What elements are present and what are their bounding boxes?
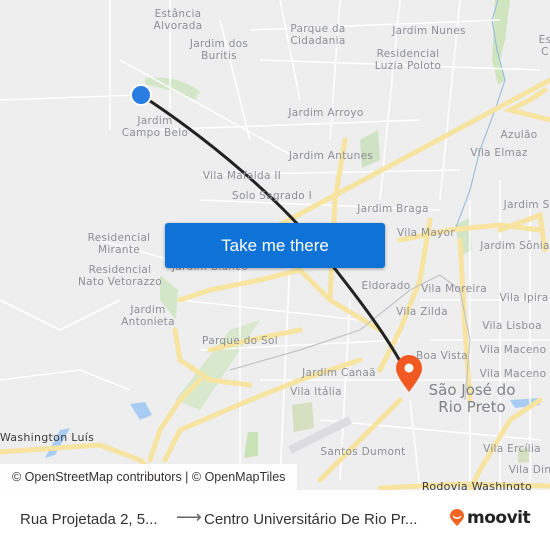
area-label: Jardim Campo Belo xyxy=(121,115,189,139)
moovit-logo[interactable]: moovit xyxy=(449,508,531,528)
area-label: Jardim dos Buritis xyxy=(189,38,249,62)
area-label: Vila Din xyxy=(508,464,550,476)
area-label: Vila Ipira xyxy=(499,292,549,304)
area-label: Vila Mayor xyxy=(396,227,456,239)
area-label: Vila Zilda xyxy=(396,306,448,318)
area-label: Jardim Antunes xyxy=(288,150,374,162)
destination-name: Centro Universitário De Rio Pr... xyxy=(204,511,418,528)
area-label: Solo Sagrado I xyxy=(231,190,313,202)
area-label: Parque da Cidadania xyxy=(290,23,346,47)
area-label: Santos Dumont xyxy=(320,446,406,458)
area-label: Azulão xyxy=(500,129,538,141)
map-attribution: © OpenStreetMap contributors | © OpenMap… xyxy=(0,464,298,490)
park-area xyxy=(244,432,258,458)
area-label: Vila Ercília xyxy=(483,443,541,455)
area-label: Residencial Luzia Poloto xyxy=(374,48,442,72)
area-label: Jardim Canaã xyxy=(302,367,376,379)
arrow-right-icon: ⟶ xyxy=(176,507,202,527)
area-label: Eldorado xyxy=(361,280,411,292)
origin-name: Rua Projetada 2, 5... xyxy=(20,511,158,528)
brand-name: moovit xyxy=(467,508,531,528)
moovit-pin-icon xyxy=(450,509,464,526)
water xyxy=(130,402,152,420)
area-label: Vila Moreira xyxy=(421,283,487,295)
park-area xyxy=(292,402,314,432)
area-label: Es C xyxy=(538,34,550,58)
area-label: Parque do Sol xyxy=(202,335,278,347)
area-label: Jardim Braga xyxy=(357,203,429,215)
origin-marker xyxy=(130,84,152,106)
area-label: Jardim Sônia xyxy=(480,240,550,252)
take-me-there-button[interactable]: Take me there xyxy=(165,223,385,268)
area-label: Jardim Arroyo xyxy=(288,107,364,119)
area-label: Vila Maceno xyxy=(479,368,547,380)
road-label: Washington Luís xyxy=(0,431,95,444)
area-label: Vila Lisboa xyxy=(482,320,542,332)
area-label: Residencial Mirante xyxy=(87,232,151,256)
area-label: Residencial Nato Vetorazzo xyxy=(78,264,162,288)
area-label: Estância Alvorada xyxy=(153,8,203,32)
route-footer: Rua Projetada 2, 5... ⟶ Centro Universit… xyxy=(0,490,550,550)
area-label: Jardim Antonieta xyxy=(121,304,175,328)
area-label: Jardim Nunes xyxy=(392,25,466,37)
area-label: Vila Maceno xyxy=(479,344,547,356)
road-label: Rodovia Washingto xyxy=(421,480,533,491)
area-label: Jardim Se xyxy=(503,199,550,211)
park-area xyxy=(360,130,380,168)
area-label: Boa Vista xyxy=(416,350,468,362)
area-label: Vila Itália xyxy=(290,386,342,398)
park-area xyxy=(492,0,510,85)
map-canvas[interactable]: Estância Alvorada Jardim dos Buritis Parque … xyxy=(0,0,550,490)
area-label: Vila Mafalda II xyxy=(202,170,282,182)
area-label: Vila Elmaz xyxy=(470,147,528,159)
city-label: São José do Rio Preto xyxy=(428,381,516,416)
